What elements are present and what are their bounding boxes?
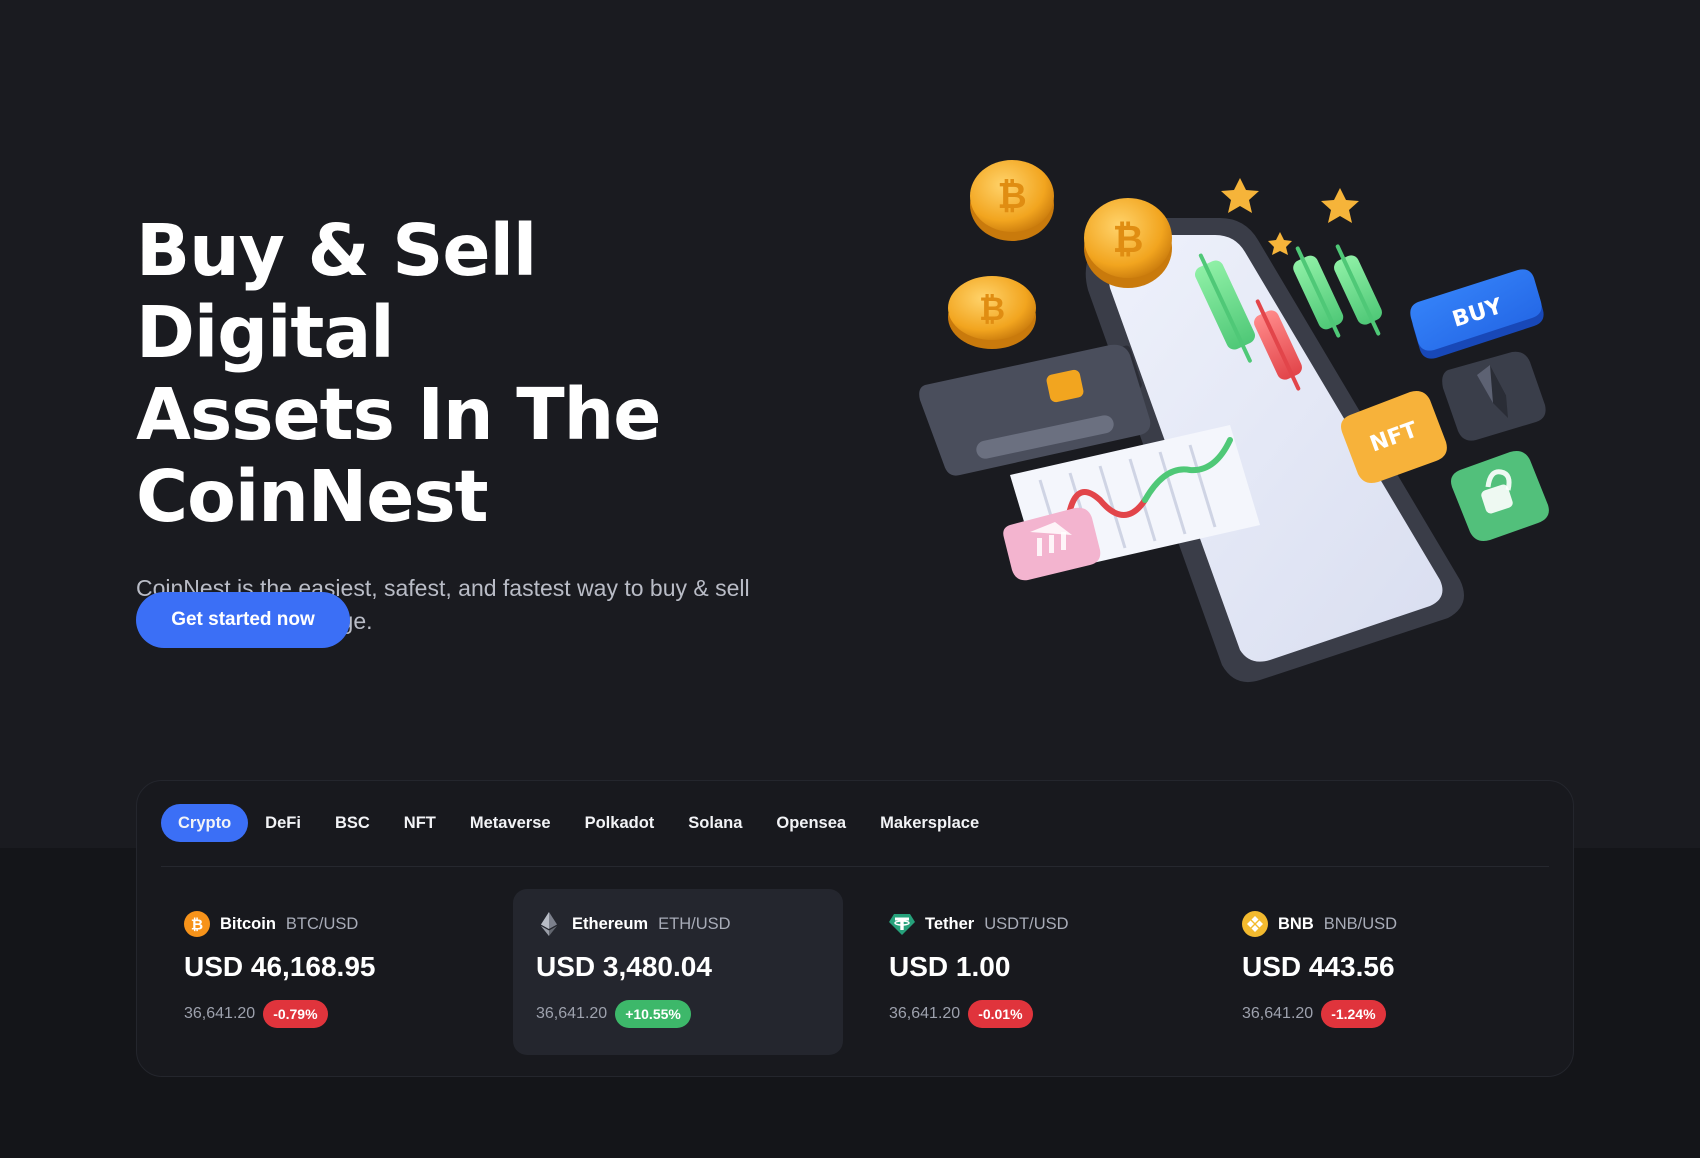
hero-text: Buy & Sell Digital Assets In The CoinNes… (136, 210, 816, 638)
tab-opensea[interactable]: Opensea (759, 804, 863, 842)
market-tabs: Crypto DeFi BSC NFT Metaverse Polkadot S… (161, 804, 996, 842)
coin-price: USD 3,480.04 (536, 951, 712, 982)
coin-card-tether[interactable]: Tether USDT/USD USD 1.00 36,641.20 -0.01… (866, 889, 1196, 1055)
svg-text:₿: ₿ (997, 176, 1026, 217)
coin-name: Tether (925, 914, 975, 933)
bitcoin-coin-icon: ₿ (948, 276, 1036, 349)
coin-card-bitcoin[interactable]: ₿ Bitcoin BTC/USD USD 46,168.95 36,641.2… (161, 889, 491, 1055)
change-badge: +10.55% (615, 1000, 691, 1028)
coin-card-bnb[interactable]: BNB BNB/USD USD 443.56 36,641.20 -1.24% (1219, 889, 1549, 1055)
bitcoin-coin-icon: ₿ (1084, 198, 1172, 288)
change-badge: -1.24% (1321, 1000, 1386, 1028)
change-badge: -0.01% (968, 1000, 1033, 1028)
coin-card-footer: 36,641.20 -1.24% (1242, 1000, 1386, 1028)
coin-pair: ETH/USD (658, 914, 731, 933)
lock-icon (1451, 451, 1549, 541)
tab-bsc[interactable]: BSC (318, 804, 387, 842)
coin-volume: 36,641.20 (536, 1005, 608, 1022)
tab-crypto[interactable]: Crypto (161, 804, 249, 842)
hero-illustration: ₿ ₿ ₿ BUY NFT (919, 160, 1549, 683)
coin-name: BNB (1278, 914, 1314, 933)
svg-text:₿: ₿ (191, 916, 203, 934)
coin-price: USD 1.00 (889, 951, 1011, 982)
hero-title-line: Buy & Sell Digital (136, 209, 537, 374)
coin-pair: USDT/USD (984, 914, 1069, 933)
tab-polkadot[interactable]: Polkadot (568, 804, 672, 842)
coin-card-footer: 36,641.20 -0.01% (889, 1000, 1033, 1028)
hero-title-line: CoinNest (136, 455, 489, 538)
coin-card-ethereum[interactable]: Ethereum ETH/USD USD 3,480.04 36,641.20 … (513, 889, 843, 1055)
hero-title: Buy & Sell Digital Assets In The CoinNes… (136, 210, 816, 538)
page: Buy & Sell Digital Assets In The CoinNes… (0, 0, 1700, 1158)
tab-nft[interactable]: NFT (387, 804, 453, 842)
coin-volume: 36,641.20 (184, 1005, 256, 1022)
coin-volume: 36,641.20 (1242, 1005, 1314, 1022)
star-icon (1221, 178, 1259, 213)
bitcoin-coin-icon: ₿ (970, 160, 1054, 241)
coin-card-header: Ethereum ETH/USD (536, 911, 731, 937)
svg-text:₿: ₿ (1113, 217, 1144, 261)
coin-pair: BTC/USD (285, 914, 359, 933)
tab-defi[interactable]: DeFi (248, 804, 318, 842)
star-icon (1268, 232, 1292, 255)
market-panel: Crypto DeFi BSC NFT Metaverse Polkadot S… (136, 780, 1574, 1077)
bitcoin-icon: ₿ (184, 911, 210, 937)
ethereum-icon (541, 912, 557, 936)
hero-title-line: Assets In The (136, 373, 661, 456)
coin-price: USD 46,168.95 (184, 951, 376, 982)
star-icon (1321, 188, 1359, 223)
coin-name: Bitcoin (220, 914, 276, 933)
coin-cards: ₿ Bitcoin BTC/USD USD 46,168.95 36,641.2… (161, 889, 1551, 1055)
coin-card-header: BNB BNB/USD (1242, 911, 1397, 937)
coin-card-footer: 36,641.20 +10.55% (536, 1000, 691, 1028)
buy-tile: BUY (1410, 269, 1544, 359)
coin-card-footer: 36,641.20 -0.79% (184, 1000, 328, 1028)
get-started-button[interactable]: Get started now (136, 592, 350, 648)
bank-icon (1003, 507, 1101, 581)
tabs-divider (161, 866, 1549, 867)
ethereum-icon (1442, 351, 1546, 441)
svg-text:₿: ₿ (979, 290, 1005, 328)
coin-price: USD 443.56 (1242, 951, 1395, 982)
tab-solana[interactable]: Solana (671, 804, 759, 842)
change-badge: -0.79% (263, 1000, 328, 1028)
coin-pair: BNB/USD (1323, 914, 1398, 933)
nft-tile: NFT (1341, 391, 1447, 483)
tab-metaverse[interactable]: Metaverse (453, 804, 568, 842)
coin-card-header: ₿ Bitcoin BTC/USD (184, 911, 358, 937)
coin-volume: 36,641.20 (889, 1005, 961, 1022)
bnb-icon (1242, 911, 1268, 937)
coin-name: Ethereum (572, 914, 649, 933)
coin-card-header: Tether USDT/USD (889, 911, 1069, 937)
tether-icon (889, 914, 915, 935)
tab-makersplace[interactable]: Makersplace (863, 804, 996, 842)
